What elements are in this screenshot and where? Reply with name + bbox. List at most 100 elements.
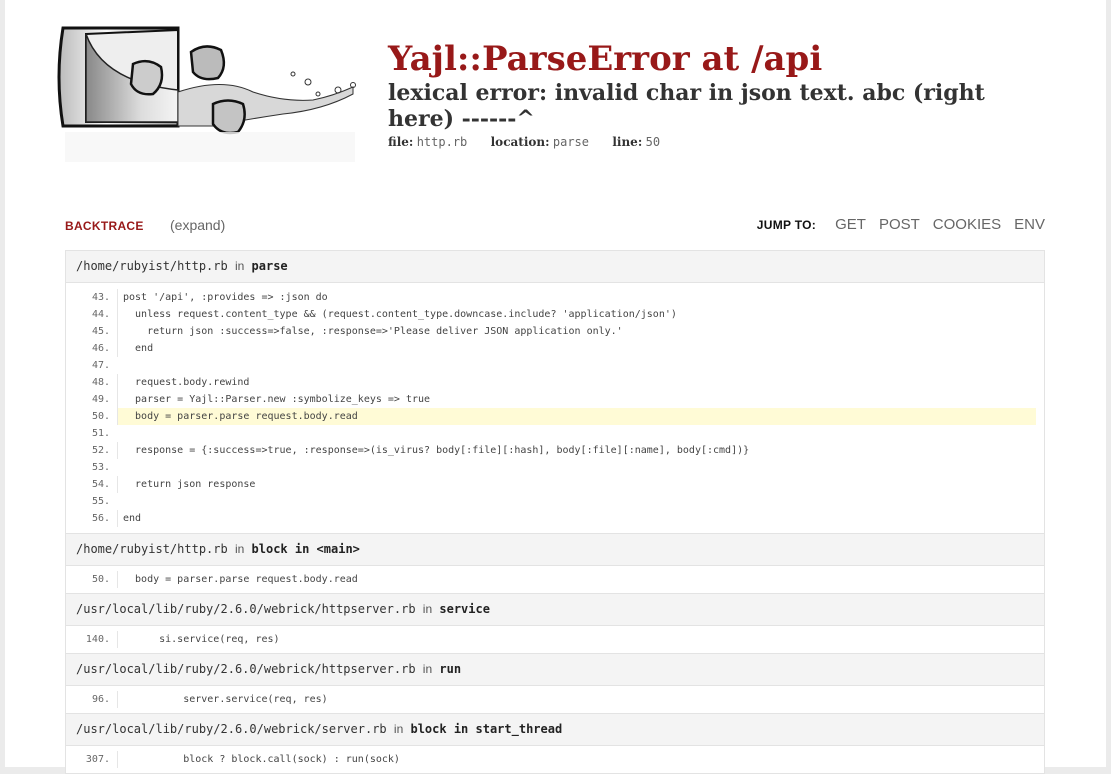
jump-cookies-link[interactable]: COOKIES [933, 216, 1001, 233]
frame-function: block in start_thread [410, 722, 563, 736]
meta-line-label: line: [612, 135, 643, 149]
line-source: request.body.rewind [117, 374, 1036, 391]
backtrace-heading: BACKTRACE [65, 219, 144, 233]
frame-path: /home/rubyist/http.rb [76, 542, 228, 556]
frame-in-label: in [393, 722, 404, 736]
line-number: 140. [85, 634, 110, 645]
frame-code: 140. si.service(req, res) [66, 626, 1044, 654]
line-number: 55. [91, 496, 110, 507]
frame-in-label: in [234, 542, 245, 556]
code-line: 140. si.service(req, res) [66, 631, 1036, 648]
code-line: 45. return json :success=>false, :respon… [66, 323, 1036, 340]
frame-path: /home/rubyist/http.rb [76, 259, 228, 273]
code-line: 56. end [66, 510, 1036, 527]
backtrace-list: /home/rubyist/http.rb in parse 43. post '/… [65, 250, 1045, 774]
line-source: post '/api', :provides => :json do [117, 289, 1036, 306]
line-source: parser = Yajl::Parser.new :symbolize_key… [117, 391, 1036, 408]
line-number: 307. [85, 754, 110, 765]
frame-header[interactable]: /home/rubyist/http.rb in parse [66, 251, 1044, 283]
jump-get-link[interactable]: GET [835, 216, 866, 233]
frame-header[interactable]: /usr/local/lib/ruby/2.6.0/webrick/server… [66, 714, 1044, 746]
error-summary: Yajl::ParseError at /api lexical error: … [388, 38, 1028, 150]
error-meta: file: http.rb location: parse line: 50 [388, 134, 1028, 150]
line-number: 47. [91, 360, 110, 371]
frame-function: service [439, 602, 490, 616]
line-source: end [117, 510, 1036, 527]
frame-path: /usr/local/lib/ruby/2.6.0/webrick/httpse… [76, 662, 416, 676]
frame-path: /usr/local/lib/ruby/2.6.0/webrick/httpse… [76, 602, 416, 616]
code-line: 50. body = parser.parse request.body.rea… [66, 571, 1036, 588]
line-source: unless request.content_type && (request.… [117, 306, 1036, 323]
line-source: return json response [117, 476, 1036, 493]
code-line: 48. request.body.rewind [66, 374, 1036, 391]
line-source: end [117, 340, 1036, 357]
error-title: Yajl::ParseError at /api [388, 39, 823, 79]
meta-file: file: http.rb [388, 134, 467, 150]
line-number: 52. [91, 445, 110, 456]
line-source: body = parser.parse request.body.read [117, 408, 1036, 425]
meta-location: location: parse [491, 134, 589, 150]
code-line: 96. server.service(req, res) [66, 691, 1036, 708]
line-number: 44. [91, 309, 110, 320]
line-source: server.service(req, res) [117, 691, 1036, 708]
frame-function: run [439, 662, 462, 676]
code-line: 44. unless request.content_type && (requ… [66, 306, 1036, 323]
meta-line-value: 50 [645, 135, 661, 149]
jump-to-label: JUMP TO: [756, 218, 817, 232]
meta-line: line: 50 [612, 134, 660, 150]
frame-function: parse [251, 259, 288, 273]
code-line: 54. return json response [66, 476, 1036, 493]
frame-function: block in <main> [251, 542, 360, 556]
sinatra-glass-logo-icon [57, 26, 356, 162]
meta-file-label: file: [388, 135, 414, 149]
line-number: 43. [91, 292, 110, 303]
line-number: 48. [91, 377, 110, 388]
expand-link[interactable]: (expand) [170, 217, 225, 233]
line-number: 46. [91, 343, 110, 354]
frame-code: 50. body = parser.parse request.body.rea… [66, 566, 1044, 594]
code-line-highlighted: 50. body = parser.parse request.body.rea… [66, 408, 1036, 425]
frame-in-label: in [422, 662, 433, 676]
line-source: si.service(req, res) [117, 631, 1036, 648]
code-line: 51. [66, 425, 1036, 442]
line-number: 56. [91, 513, 110, 524]
jump-env-link[interactable]: ENV [1014, 216, 1045, 233]
line-number: 54. [91, 479, 110, 490]
frame-header[interactable]: /usr/local/lib/ruby/2.6.0/webrick/httpse… [66, 594, 1044, 626]
frame-code: 43. post '/api', :provides => :json do 44.… [66, 283, 1044, 534]
meta-location-value: parse [552, 135, 589, 149]
code-line: 55. [66, 493, 1036, 510]
backtrace-nav: BACKTRACE (expand) JUMP TO: GET POST COOKIE… [65, 216, 1045, 236]
frame-in-label: in [234, 259, 245, 273]
line-source: block ? block.call(sock) : run(sock) [117, 751, 1036, 768]
line-number: 45. [91, 326, 110, 337]
line-number: 50. [91, 411, 110, 422]
line-number: 53. [91, 462, 110, 473]
frame-header[interactable]: /usr/local/lib/ruby/2.6.0/webrick/httpse… [66, 654, 1044, 686]
line-number: 51. [91, 428, 110, 439]
code-line: 47. [66, 357, 1036, 374]
code-line: 52. response = {:success=>true, :respons… [66, 442, 1036, 459]
frame-code: 307. block ? block.call(sock) : run(sock… [66, 746, 1044, 774]
code-line: 46. end [66, 340, 1036, 357]
line-number: 50. [91, 574, 110, 585]
jump-to-nav: JUMP TO: GET POST COOKIES ENV [757, 216, 1045, 233]
meta-file-value: http.rb [416, 135, 468, 149]
frame-code: 96. server.service(req, res) [66, 686, 1044, 714]
code-line: 49. parser = Yajl::Parser.new :symbolize… [66, 391, 1036, 408]
code-line: 307. block ? block.call(sock) : run(sock… [66, 751, 1036, 768]
line-source: return json :success=>false, :response=>… [117, 323, 1036, 340]
meta-location-label: location: [490, 135, 550, 149]
page: Yajl::ParseError at /api lexical error: … [5, 0, 1106, 774]
line-number: 49. [91, 394, 110, 405]
line-source: response = {:success=>true, :response=>(… [117, 442, 1036, 459]
header: Yajl::ParseError at /api lexical error: … [5, 0, 1106, 190]
error-message: lexical error: invalid char in json text… [388, 80, 985, 132]
jump-post-link[interactable]: POST [879, 216, 920, 233]
frame-header[interactable]: /home/rubyist/http.rb in block in <main> [66, 534, 1044, 566]
line-number: 96. [91, 694, 110, 705]
frame-path: /usr/local/lib/ruby/2.6.0/webrick/server… [76, 722, 387, 736]
code-line: 53. [66, 459, 1036, 476]
frame-in-label: in [422, 602, 433, 616]
line-source: body = parser.parse request.body.read [117, 571, 1036, 588]
